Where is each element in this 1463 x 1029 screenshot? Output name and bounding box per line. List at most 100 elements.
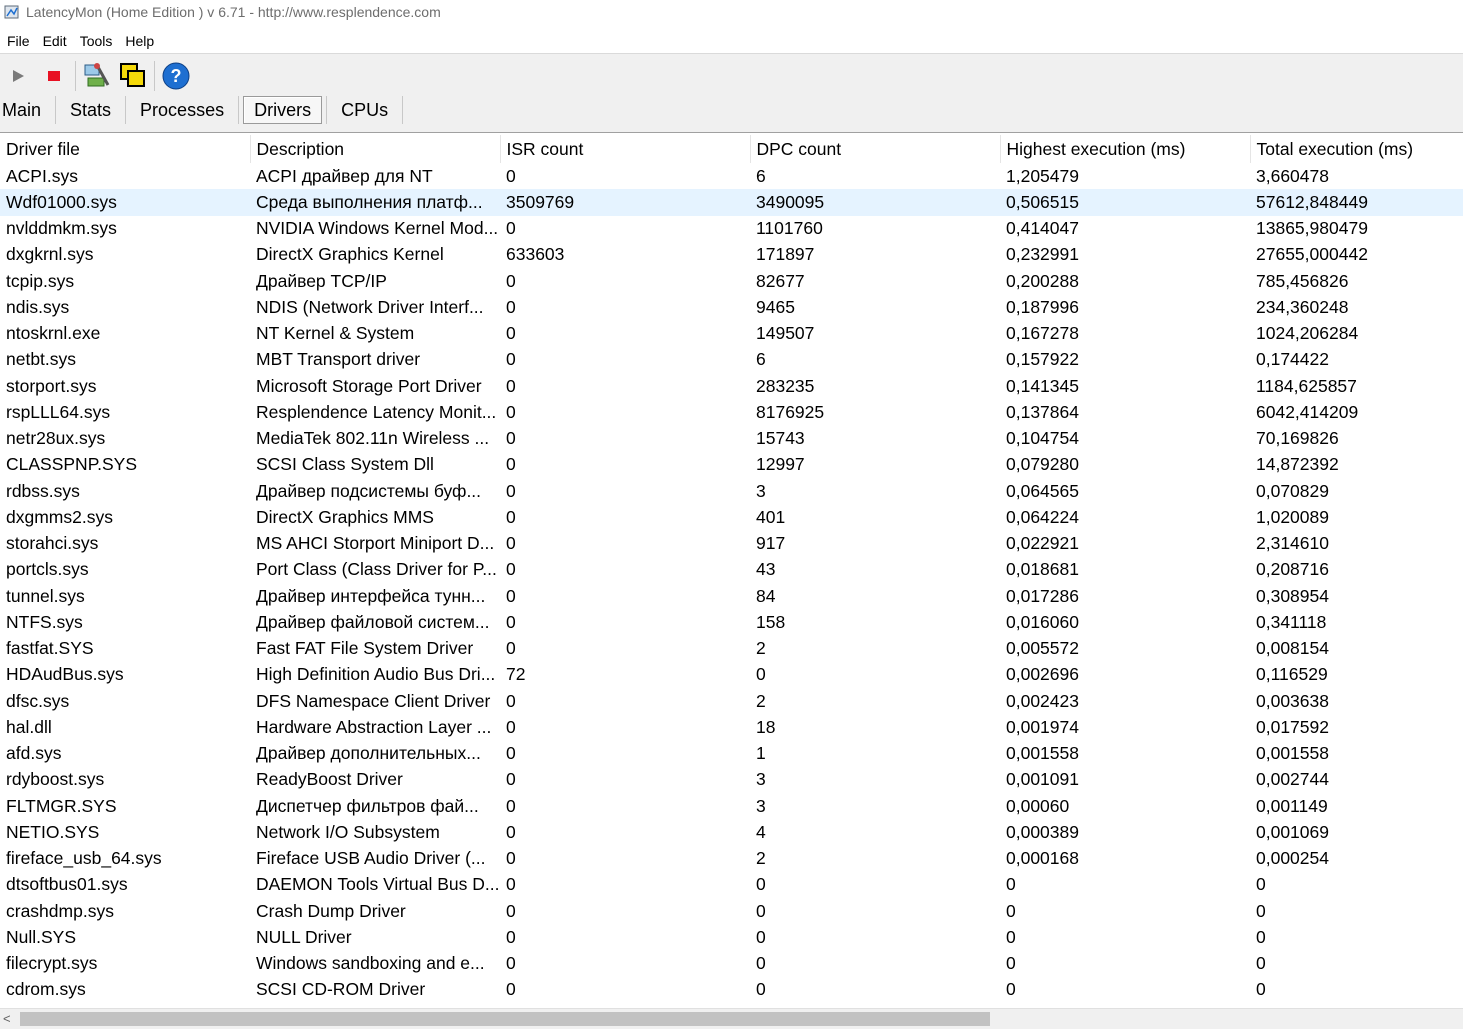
scroll-thumb[interactable]: [20, 1012, 990, 1026]
cell-driver-file: netbt.sys: [6, 349, 77, 370]
table-row[interactable]: crashdmp.sys Crash Dump Driver 0 0 0 0: [0, 898, 1463, 924]
tab-cpus[interactable]: CPUs: [331, 97, 398, 123]
cell-driver-file: rspLLL64.sys: [6, 401, 111, 422]
cell-total-execution: 1,020089: [1256, 506, 1329, 527]
table-row[interactable]: netr28ux.sys MediaTek 802.11n Wireless ..…: [0, 426, 1463, 452]
table-row[interactable]: tunnel.sys Драйвер интерфейса тунн... 0 84 0…: [0, 583, 1463, 609]
table-row[interactable]: rdyboost.sys ReadyBoost Driver 0 3 0,001091 0…: [0, 767, 1463, 793]
table-row[interactable]: NTFS.sys Драйвер файловой систем... 0 158 0,…: [0, 609, 1463, 635]
table-row[interactable]: tcpip.sys Драйвер TCP/IP 0 82677 0,200288 785…: [0, 268, 1463, 294]
table-row[interactable]: portcls.sys Port Class (Class Driver for …: [0, 557, 1463, 583]
cell-isr-count: 0: [506, 559, 516, 580]
cell-highest-execution: 0: [1006, 874, 1016, 895]
menu-edit[interactable]: Edit: [43, 33, 67, 49]
table-row[interactable]: fastfat.SYS Fast FAT File System Driver 0 2…: [0, 636, 1463, 662]
cell-highest-execution: 0,017286: [1006, 585, 1079, 606]
table-row[interactable]: HDAudBus.sys High Definition Audio Bus Dr…: [0, 662, 1463, 688]
cell-dpc-count: 84: [756, 585, 776, 606]
cell-driver-file: CLASSPNP.SYS: [6, 454, 137, 475]
table-row[interactable]: netbt.sys MBT Transport driver 0 6 0,157922 0…: [0, 347, 1463, 373]
table-row[interactable]: cdrom.sys SCSI CD-ROM Driver 0 0 0 0: [0, 977, 1463, 1003]
cell-description: Диспетчер фильтров фай...: [256, 795, 479, 816]
table-row[interactable]: hal.dll Hardware Abstraction Layer ... 0 18…: [0, 714, 1463, 740]
menu-help[interactable]: Help: [125, 33, 154, 49]
drivers-table: Driver file Description ISR count DPC co…: [0, 135, 1463, 1003]
help-icon: ?: [162, 62, 190, 90]
cell-total-execution: 0,008154: [1256, 638, 1329, 659]
cell-highest-execution: 0,141345: [1006, 375, 1079, 396]
cell-dpc-count: 0: [756, 874, 766, 895]
table-row[interactable]: filecrypt.sys Windows sandboxing and e...…: [0, 951, 1463, 977]
cell-total-execution: 785,456826: [1256, 270, 1349, 291]
menu-file[interactable]: File: [7, 33, 30, 49]
cell-isr-count: 0: [506, 953, 516, 974]
horizontal-scrollbar[interactable]: <: [0, 1008, 1463, 1029]
table-row[interactable]: Null.SYS NULL Driver 0 0 0 0: [0, 924, 1463, 950]
start-button[interactable]: [0, 59, 36, 93]
table-row[interactable]: FLTMGR.SYS Диспетчер фильтров фай... 0 3 0,0…: [0, 793, 1463, 819]
tab-stats[interactable]: Stats: [60, 97, 121, 123]
cell-driver-file: storport.sys: [6, 375, 97, 396]
cell-highest-execution: 0,000168: [1006, 848, 1079, 869]
cell-dpc-count: 2: [756, 638, 766, 659]
cell-highest-execution: 1,205479: [1006, 165, 1079, 186]
table-row[interactable]: NETIO.SYS Network I/O Subsystem 0 4 0,000389…: [0, 819, 1463, 845]
cell-total-execution: 13865,980479: [1256, 218, 1368, 239]
table-row[interactable]: dxgmms2.sys DirectX Graphics MMS 0 401 0,064…: [0, 504, 1463, 530]
cell-total-execution: 2,314610: [1256, 533, 1329, 554]
table-row[interactable]: dfsc.sys DFS Namespace Client Driver 0 2 0,0…: [0, 688, 1463, 714]
scroll-left-icon[interactable]: <: [3, 1011, 11, 1026]
tab-main[interactable]: Main: [0, 97, 51, 123]
tab-drivers[interactable]: Drivers: [243, 96, 323, 124]
column-header-driver-file[interactable]: Driver file: [0, 135, 251, 163]
table-row[interactable]: Wdf01000.sys Среда выполнения платф... 350…: [0, 189, 1463, 216]
cell-highest-execution: 0,00060: [1006, 795, 1070, 816]
play-icon: [13, 70, 24, 82]
table-row[interactable]: CLASSPNP.SYS SCSI Class System Dll 0 12997 0…: [0, 452, 1463, 478]
stop-icon: [48, 71, 60, 81]
table-row[interactable]: ntoskrnl.exe NT Kernel & System 0 149507 0,1…: [0, 321, 1463, 347]
table-row[interactable]: storahci.sys MS AHCI Storport Miniport D.…: [0, 531, 1463, 557]
cell-dpc-count: 3490095: [750, 189, 1000, 216]
cell-description: MS AHCI Storport Miniport D...: [256, 533, 495, 554]
cell-driver-file: tunnel.sys: [6, 585, 85, 606]
windows-icon: [120, 63, 145, 87]
analyze-button[interactable]: [79, 59, 115, 93]
analyze-icon: [84, 63, 110, 87]
cell-driver-file: ntoskrnl.exe: [6, 323, 101, 344]
table-row[interactable]: ndis.sys NDIS (Network Driver Interf... 0 9…: [0, 294, 1463, 320]
table-row[interactable]: afd.sys Драйвер дополнительных... 0 1 0,0015…: [0, 741, 1463, 767]
help-button[interactable]: ?: [158, 59, 194, 93]
column-header-dpc-count[interactable]: DPC count: [750, 135, 1001, 163]
cell-total-execution: 0: [1256, 900, 1266, 921]
table-row[interactable]: storport.sys Microsoft Storage Port Drive…: [0, 373, 1463, 399]
cell-isr-count: 0: [506, 165, 516, 186]
cell-isr-count: 0: [506, 506, 516, 527]
menu-tools[interactable]: Tools: [80, 33, 113, 49]
cell-description: Resplendence Latency Monit...: [256, 401, 497, 422]
tab-processes[interactable]: Processes: [130, 97, 234, 123]
cell-description: Crash Dump Driver: [256, 900, 406, 921]
cell-total-execution: 0: [1256, 979, 1266, 1000]
column-header-isr-count[interactable]: ISR count: [500, 135, 751, 163]
table-row[interactable]: dtsoftbus01.sys DAEMON Tools Virtual Bus …: [0, 872, 1463, 898]
cell-driver-file: filecrypt.sys: [6, 953, 98, 974]
column-header-total-execution[interactable]: Total execution (ms): [1250, 135, 1463, 163]
cell-total-execution: 1184,625857: [1256, 375, 1357, 396]
table-row[interactable]: ACPI.sys ACPI драйвер для NT 0 6 1,205479 3,6…: [0, 163, 1463, 189]
table-row[interactable]: nvlddmkm.sys NVIDIA Windows Kernel Mod...…: [0, 216, 1463, 242]
cell-dpc-count: 15743: [756, 428, 805, 449]
column-header-highest-execution[interactable]: Highest execution (ms): [1000, 135, 1251, 163]
table-row[interactable]: rspLLL64.sys Resplendence Latency Monit..…: [0, 399, 1463, 425]
table-row[interactable]: dxgkrnl.sys DirectX Graphics Kernel 633603…: [0, 242, 1463, 268]
table-row[interactable]: fireface_usb_64.sys Fireface USB Audio Dr…: [0, 846, 1463, 872]
cell-driver-file: afd.sys: [6, 743, 62, 764]
table-row[interactable]: rdbss.sys Драйвер подсистемы буф... 0 3 0,06…: [0, 478, 1463, 504]
cell-dpc-count: 917: [756, 533, 786, 554]
windows-button[interactable]: [115, 59, 151, 93]
cell-total-execution: 0,017592: [1256, 716, 1329, 737]
cell-description: ReadyBoost Driver: [256, 769, 403, 790]
stop-button[interactable]: [36, 59, 72, 93]
column-header-description[interactable]: Description: [250, 135, 501, 163]
cell-description: NVIDIA Windows Kernel Mod...: [256, 218, 499, 239]
